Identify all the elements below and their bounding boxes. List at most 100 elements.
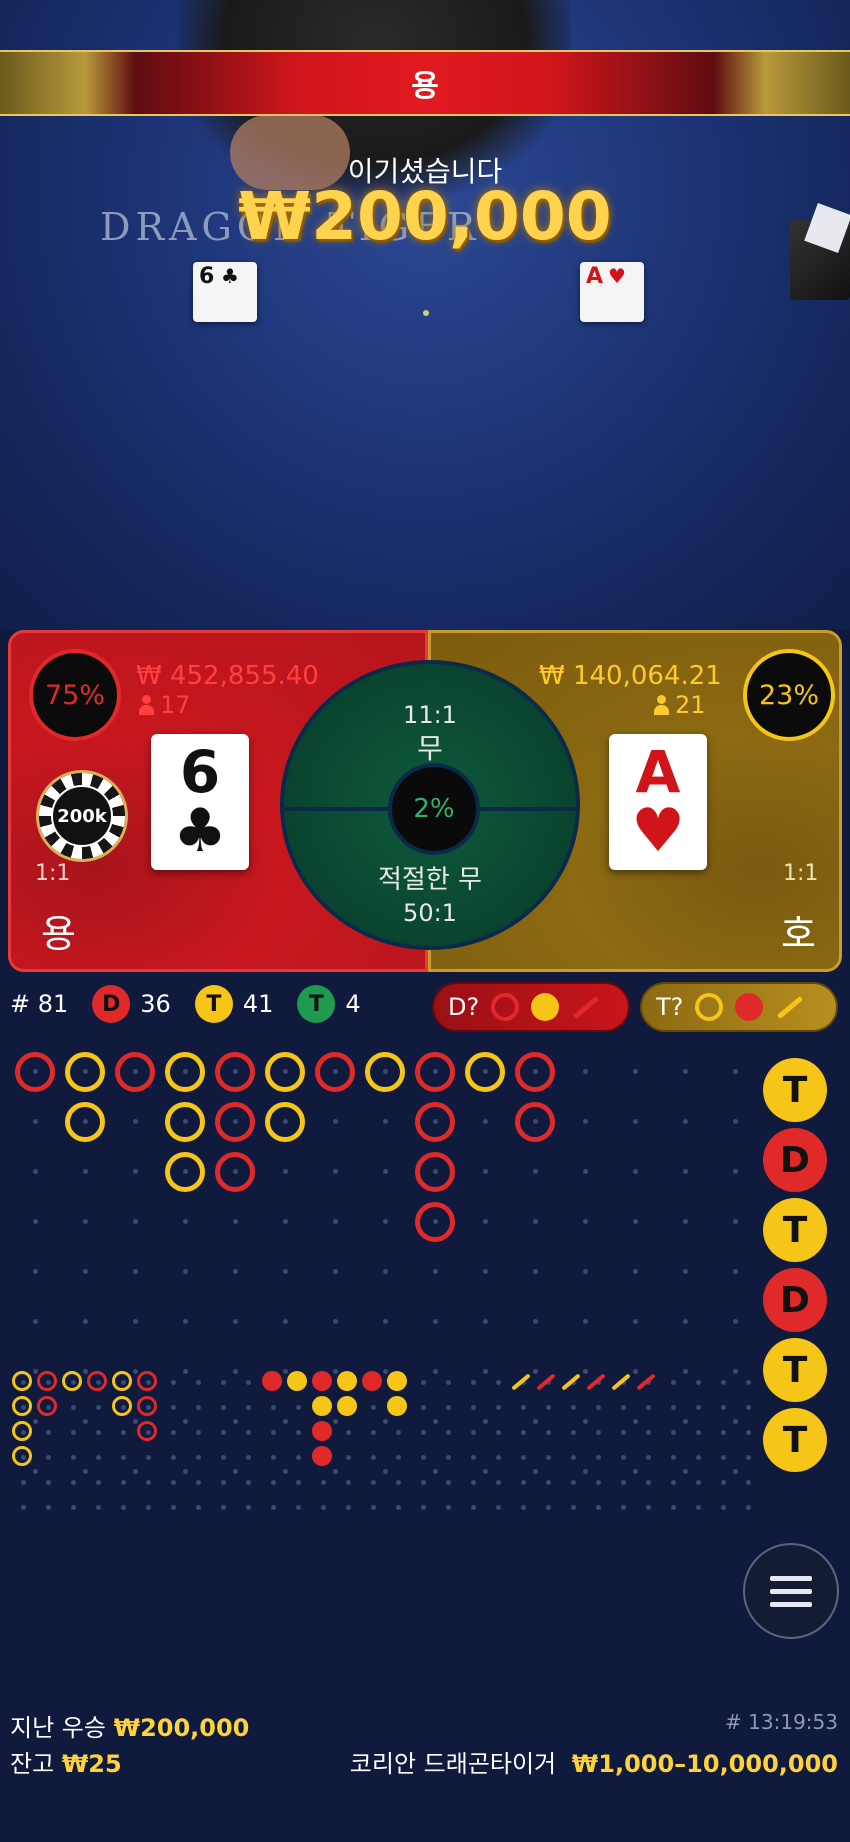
- dealt-card-dragon-suit: ♣: [221, 264, 239, 288]
- grid-dot: [446, 1380, 451, 1385]
- grid-dot: [696, 1380, 701, 1385]
- tiger-payout: 1:1: [783, 861, 819, 886]
- grid-dot: [533, 1269, 538, 1274]
- grid-dot: [71, 1455, 76, 1460]
- tiger-prediction-button[interactable]: T?: [640, 982, 838, 1032]
- grid-dot: [171, 1455, 176, 1460]
- grid-dot: [633, 1369, 638, 1374]
- grid-dot: [496, 1405, 501, 1410]
- grid-dot: [221, 1505, 226, 1510]
- grid-dot: [246, 1430, 251, 1435]
- suited-tie-bet[interactable]: 적절한 무 50:1: [284, 864, 576, 929]
- grid-dot: [296, 1455, 301, 1460]
- grid-dot: [496, 1430, 501, 1435]
- dragon-players: 17: [138, 691, 191, 719]
- small-road-ring: [12, 1421, 32, 1441]
- yellow-ring-icon: [695, 993, 724, 1021]
- grid-dot: [183, 1419, 188, 1424]
- tiger-bet-total: ₩ 140,064.21: [539, 661, 722, 691]
- grid-dot: [296, 1430, 301, 1435]
- grid-dot: [96, 1405, 101, 1410]
- person-icon: [138, 695, 154, 715]
- small-road-slash: [511, 1373, 531, 1391]
- grid-dot: [721, 1505, 726, 1510]
- side-result-badge: T: [763, 1338, 827, 1402]
- grid-dot: [271, 1430, 276, 1435]
- menu-icon-bar: [770, 1588, 812, 1594]
- grid-dot: [396, 1430, 401, 1435]
- grid-dot: [233, 1369, 238, 1374]
- grid-dot: [683, 1319, 688, 1324]
- grid-dot: [583, 1419, 588, 1424]
- grid-dot: [471, 1430, 476, 1435]
- tie-bet[interactable]: 11:1 무: [284, 700, 576, 768]
- big-road-ring: [115, 1052, 155, 1092]
- grid-dot: [646, 1480, 651, 1485]
- small-road-ring: [137, 1396, 157, 1416]
- grid-dot: [171, 1380, 176, 1385]
- grid-dot: [633, 1469, 638, 1474]
- grid-dot: [746, 1505, 751, 1510]
- grid-dot: [746, 1405, 751, 1410]
- grid-dot: [271, 1505, 276, 1510]
- small-road-ring: [62, 1371, 82, 1391]
- big-road-ring: [165, 1102, 205, 1142]
- stats-row: # 81 D 36 T 41 T 4: [10, 982, 361, 1026]
- round-id: # 13:19:53: [725, 1710, 838, 1734]
- grid-dot: [371, 1455, 376, 1460]
- grid-dot: [683, 1219, 688, 1224]
- grid-dot: [621, 1455, 626, 1460]
- grid-dot: [433, 1319, 438, 1324]
- grid-dot: [221, 1430, 226, 1435]
- tie-count: 4: [345, 990, 361, 1018]
- dragon-prediction-button[interactable]: D?: [432, 982, 630, 1032]
- small-road-ring: [12, 1446, 32, 1466]
- grid-dot: [383, 1269, 388, 1274]
- tie-payout: 11:1: [403, 701, 457, 729]
- menu-button[interactable]: [743, 1543, 839, 1639]
- grid-dot: [546, 1480, 551, 1485]
- grid-dot: [333, 1169, 338, 1174]
- grid-dot: [646, 1505, 651, 1510]
- grid-dot: [596, 1505, 601, 1510]
- grid-dot: [583, 1469, 588, 1474]
- grid-dot: [21, 1505, 26, 1510]
- grid-dot: [583, 1219, 588, 1224]
- grid-dot: [521, 1505, 526, 1510]
- grid-dot: [283, 1269, 288, 1274]
- dragon-players-count: 17: [160, 691, 191, 719]
- grid-dot: [71, 1405, 76, 1410]
- grid-dot: [721, 1380, 726, 1385]
- grid-dot: [96, 1430, 101, 1435]
- grid-dot: [483, 1169, 488, 1174]
- grid-dot: [471, 1505, 476, 1510]
- grid-dot: [71, 1430, 76, 1435]
- side-result-badge: D: [763, 1128, 827, 1192]
- balance: 잔고 ₩25: [10, 1744, 122, 1779]
- grid-dot: [721, 1455, 726, 1460]
- big-road-ring: [415, 1152, 455, 1192]
- grid-dot: [383, 1369, 388, 1374]
- table-limits: ₩1,000–10,000,000: [571, 1750, 838, 1778]
- grid-dot: [596, 1405, 601, 1410]
- small-road-dot: [312, 1421, 332, 1441]
- grid-dot: [696, 1505, 701, 1510]
- grid-dot: [221, 1480, 226, 1485]
- grid-dot: [183, 1269, 188, 1274]
- grid-dot: [696, 1430, 701, 1435]
- big-road-ring: [415, 1102, 455, 1142]
- big-road-ring: [265, 1102, 305, 1142]
- grid-dot: [471, 1455, 476, 1460]
- grid-dot: [383, 1319, 388, 1324]
- side-result-badge: D: [763, 1268, 827, 1332]
- suited-tie-label: 적절한 무: [378, 865, 482, 895]
- menu-icon: [770, 1575, 812, 1581]
- small-road-dot: [312, 1396, 332, 1416]
- grid-dot: [633, 1269, 638, 1274]
- big-road-ring: [515, 1052, 555, 1092]
- grid-dot: [696, 1455, 701, 1460]
- tie-bet-spot[interactable]: 11:1 무 2% 적절한 무 50:1: [280, 660, 580, 950]
- dealt-card-tiger: A ♥: [580, 262, 644, 322]
- grid-dot: [133, 1369, 138, 1374]
- live-video: DRAGON TIGER 용 이기셨습니다 ₩200,000 6 ♣ A ♥: [0, 0, 850, 630]
